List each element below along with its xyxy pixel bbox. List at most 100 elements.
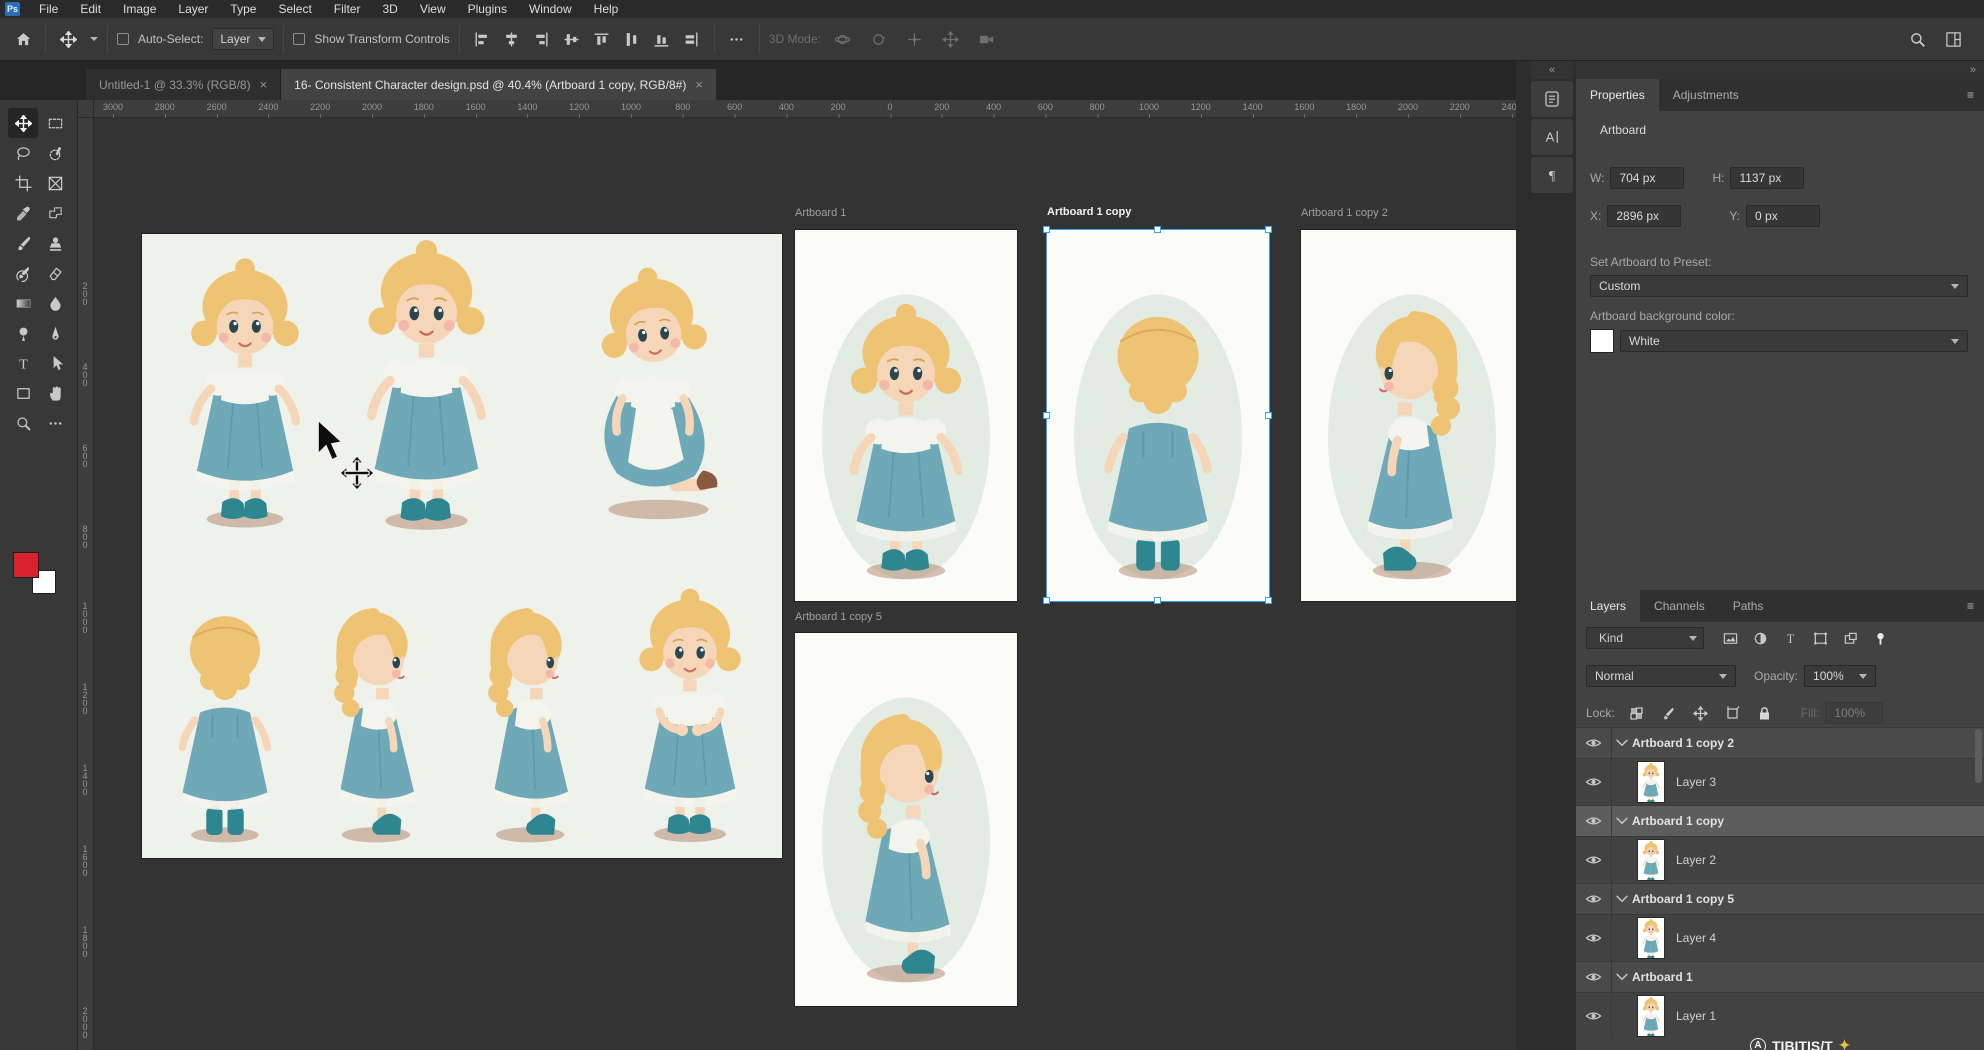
- collapse-panels-icon[interactable]: «: [1531, 61, 1573, 79]
- layer-filter-kind-dropdown[interactable]: Kind: [1586, 627, 1704, 649]
- expand-panels-icon[interactable]: »: [1576, 61, 1984, 79]
- lasso-tool[interactable]: [8, 138, 38, 168]
- paragraph-panel-icon[interactable]: ¶: [1531, 157, 1573, 193]
- artboard-reference-sheet[interactable]: [142, 234, 782, 858]
- path-select-tool[interactable]: [40, 348, 70, 378]
- align-vertical-centers-icon[interactable]: [499, 26, 525, 52]
- 3d-pan-icon[interactable]: [902, 26, 928, 52]
- visibility-eye-icon[interactable]: [1576, 759, 1612, 805]
- pen-tool[interactable]: [40, 318, 70, 348]
- artboard-label[interactable]: Artboard 1 copy: [1047, 206, 1131, 218]
- y-field[interactable]: 0 px: [1746, 205, 1820, 227]
- height-field[interactable]: 1137 px: [1730, 167, 1804, 189]
- lock-all-icon[interactable]: [1753, 702, 1777, 724]
- eraser-tool[interactable]: [40, 258, 70, 288]
- artboard[interactable]: [795, 633, 1017, 1006]
- menu-item-window[interactable]: Window: [518, 0, 583, 18]
- lock-position-icon[interactable]: [1689, 702, 1713, 724]
- artboard[interactable]: [1301, 230, 1516, 601]
- panel-menu-icon[interactable]: ≡: [1967, 599, 1984, 613]
- artboard-label[interactable]: Artboard 1 copy 5: [795, 611, 882, 623]
- tab-properties[interactable]: Properties: [1576, 79, 1659, 111]
- move-tool-icon[interactable]: [55, 26, 81, 52]
- fill-field[interactable]: 100%: [1825, 702, 1883, 724]
- menu-item-image[interactable]: Image: [112, 0, 167, 18]
- lock-artboard-icon[interactable]: [1721, 702, 1745, 724]
- distribute-top-edges-icon[interactable]: [589, 26, 615, 52]
- menu-item-type[interactable]: Type: [219, 0, 267, 18]
- visibility-eye-icon[interactable]: [1576, 837, 1612, 883]
- horizontal-ruler[interactable]: 3000280026002400220020001800160014001200…: [78, 100, 1516, 118]
- shape-layer-filter-icon[interactable]: [1808, 627, 1832, 649]
- transform-handle[interactable]: [1265, 597, 1272, 604]
- document-tab-character-design[interactable]: 16- Consistent Character design.psd @ 40…: [281, 69, 716, 100]
- eyedropper-tool[interactable]: [8, 198, 38, 228]
- search-icon[interactable]: [1904, 26, 1930, 52]
- visibility-eye-icon[interactable]: [1576, 728, 1612, 758]
- chevron-down-icon[interactable]: [1612, 967, 1632, 987]
- visibility-eye-icon[interactable]: [1576, 884, 1612, 914]
- artboard-group-row[interactable]: Artboard 1 copy: [1576, 805, 1984, 837]
- more-tool[interactable]: [40, 408, 70, 438]
- frame-tool[interactable]: [40, 168, 70, 198]
- chevron-down-icon[interactable]: [90, 37, 98, 41]
- menu-item-select[interactable]: Select: [267, 0, 322, 18]
- layer-row[interactable]: Layer 1: [1576, 993, 1984, 1039]
- transform-handle[interactable]: [1043, 597, 1050, 604]
- document-tab-untitled[interactable]: Untitled-1 @ 33.3% (RGB/8) ×: [86, 69, 281, 100]
- chevron-down-icon[interactable]: [1612, 811, 1632, 831]
- menu-item-filter[interactable]: Filter: [323, 0, 372, 18]
- clone-stamp-tool[interactable]: [40, 228, 70, 258]
- distribute-vertical-centers-icon[interactable]: [619, 26, 645, 52]
- artboard-background-swatch[interactable]: [1590, 329, 1614, 353]
- brush-tool[interactable]: [8, 228, 38, 258]
- type-tool[interactable]: T: [8, 348, 38, 378]
- visibility-eye-icon[interactable]: [1576, 806, 1612, 836]
- layer-thumbnail[interactable]: [1638, 840, 1664, 880]
- transform-handle[interactable]: [1265, 226, 1272, 233]
- character-panel-icon[interactable]: A: [1531, 119, 1573, 155]
- menu-item-help[interactable]: Help: [583, 0, 630, 18]
- history-panel-icon[interactable]: [1531, 81, 1573, 117]
- foreground-color-swatch[interactable]: [13, 552, 39, 578]
- auto-select-dropdown[interactable]: Layer: [212, 28, 274, 50]
- 3d-slide-icon[interactable]: [938, 26, 964, 52]
- layer-row[interactable]: Layer 2: [1576, 837, 1984, 883]
- show-transform-checkbox[interactable]: [293, 33, 305, 45]
- transform-handle[interactable]: [1043, 412, 1050, 419]
- vertical-ruler[interactable]: 2004006008001000120014001600180020002200: [78, 118, 94, 1050]
- layer-thumbnail[interactable]: [1638, 762, 1664, 802]
- type-layer-filter-icon[interactable]: T: [1778, 627, 1802, 649]
- blur-tool[interactable]: [40, 288, 70, 318]
- crop-tool[interactable]: [8, 168, 38, 198]
- menu-item-layer[interactable]: Layer: [167, 0, 219, 18]
- align-left-edges-icon[interactable]: [469, 26, 495, 52]
- tab-adjustments[interactable]: Adjustments: [1659, 79, 1753, 111]
- lock-pixels-icon[interactable]: [1657, 702, 1681, 724]
- photoshop-logo[interactable]: Ps: [5, 2, 20, 16]
- history-brush-tool[interactable]: [8, 258, 38, 288]
- layer-row[interactable]: Layer 4: [1576, 915, 1984, 961]
- 3d-camera-icon[interactable]: [974, 26, 1000, 52]
- menu-item-3d[interactable]: 3D: [371, 0, 408, 18]
- transform-handle[interactable]: [1043, 226, 1050, 233]
- distribute-horizontal-centers-icon[interactable]: [679, 26, 705, 52]
- document-canvas[interactable]: 3000280026002400220020001800160014001200…: [78, 100, 1516, 1050]
- align-right-edges-icon[interactable]: [529, 26, 555, 52]
- home-icon[interactable]: [10, 26, 36, 52]
- artboard-background-dropdown[interactable]: White: [1620, 330, 1968, 352]
- transform-handle[interactable]: [1154, 226, 1161, 233]
- auto-select-checkbox[interactable]: [117, 33, 129, 45]
- menu-item-file[interactable]: File: [28, 0, 69, 18]
- 3d-orbit-icon[interactable]: [830, 26, 856, 52]
- quick-select-tool[interactable]: [40, 138, 70, 168]
- opacity-dropdown[interactable]: 100%: [1804, 665, 1876, 687]
- align-horizontal-centers-icon[interactable]: [559, 26, 585, 52]
- artboard-group-row[interactable]: Artboard 1 copy 5: [1576, 883, 1984, 915]
- x-field[interactable]: 2896 px: [1607, 205, 1681, 227]
- workspace-switcher-icon[interactable]: [1940, 26, 1966, 52]
- artboard-group-row[interactable]: Artboard 1 copy 2: [1576, 727, 1984, 759]
- width-field[interactable]: 704 px: [1610, 167, 1684, 189]
- tab-layers[interactable]: Layers: [1576, 590, 1640, 622]
- menu-item-view[interactable]: View: [409, 0, 457, 18]
